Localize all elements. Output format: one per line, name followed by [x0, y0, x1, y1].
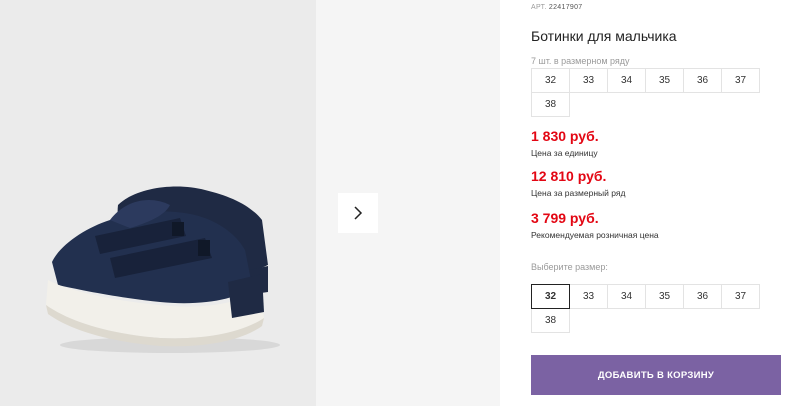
add-to-cart-button[interactable]: ДОБАВИТЬ В КОРЗИНУ — [531, 355, 781, 395]
pack-size-cell: 35 — [645, 68, 684, 93]
shoe-image — [46, 186, 280, 353]
pack-size-cell: 32 — [531, 68, 570, 93]
product-title: Ботинки для мальчика — [531, 28, 677, 44]
retail-price-label: Рекомендуемая розничная цена — [531, 230, 659, 240]
pack-size-cell: 38 — [531, 92, 570, 117]
size-picker: 32 33 34 35 36 37 38 — [531, 284, 760, 333]
pack-size-cell: 36 — [683, 68, 722, 93]
pack-size-cell: 37 — [721, 68, 760, 93]
sku-code: 22417907 — [548, 4, 583, 11]
size-option-36[interactable]: 36 — [683, 284, 722, 309]
pack-note: 7 шт. в размерном ряду — [531, 56, 630, 66]
size-picker-label: Выберите размер: — [531, 262, 608, 272]
size-option-38[interactable]: 38 — [531, 308, 570, 333]
size-option-32[interactable]: 32 — [531, 284, 570, 309]
next-photo-button[interactable] — [338, 193, 378, 233]
size-option-37[interactable]: 37 — [721, 284, 760, 309]
unit-price-label: Цена за единицу — [531, 148, 598, 158]
pack-size-cell: 34 — [607, 68, 646, 93]
pack-price-label: Цена за размерный ряд — [531, 188, 626, 198]
sku: АРТ. 22417907 — [531, 4, 582, 11]
pack-price: 12 810 руб. — [531, 168, 607, 184]
retail-price: 3 799 руб. — [531, 210, 599, 226]
size-option-34[interactable]: 34 — [607, 284, 646, 309]
unit-price: 1 830 руб. — [531, 128, 599, 144]
product-info: АРТ. 22417907 Ботинки для мальчика 7 шт.… — [531, 0, 793, 406]
size-option-35[interactable]: 35 — [645, 284, 684, 309]
pack-size-grid: 32 33 34 35 36 37 38 — [531, 68, 760, 117]
pack-size-cell: 33 — [569, 68, 608, 93]
size-option-33[interactable]: 33 — [569, 284, 608, 309]
product-photo — [0, 0, 316, 406]
product-gallery — [0, 0, 500, 406]
chevron-right-icon — [354, 206, 363, 220]
sku-label: АРТ. — [531, 4, 547, 11]
